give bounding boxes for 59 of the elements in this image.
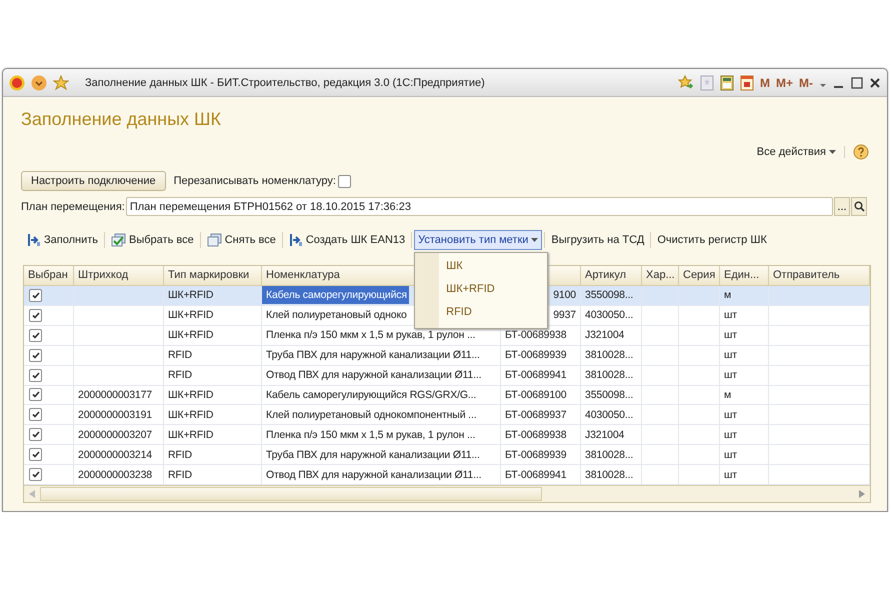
table-cell-text: шт (724, 468, 737, 483)
table-cell-text: RFID (168, 348, 192, 364)
table-cell-text: 2000000003177 (78, 388, 152, 403)
table-cell-text: RFID (168, 448, 192, 463)
table-cell-text: шт (724, 348, 737, 364)
table-cell-text: 3550098... (585, 388, 634, 403)
table-cell-text: Пленка п/э 150 мкм х 1,5 м рукав, 1 рулон ... (265, 328, 476, 344)
table-cell-text: 9100 (553, 288, 576, 304)
table-cell-text: 4030050... (585, 408, 634, 423)
table-cell-text: шт (724, 308, 737, 324)
table-cell-text: БТ-00689939 (505, 448, 566, 463)
table-cell-text: 9937 (553, 308, 576, 324)
table-cell-text: шт (724, 328, 737, 344)
table-cell-text: Пленка п/э 150 мкм х 1,5 м рукав, 1 рулон ... (265, 428, 476, 443)
overwrite-label: Перезаписывать номенклатуру: (174, 175, 336, 187)
table-cell-text: БТ-00689938 (505, 328, 566, 344)
table-cell-text: 3810028... (585, 448, 634, 463)
table-cell-text: Отвод ПВХ для наружной канализации Ø11... (265, 368, 482, 384)
table-cell-text: RFID (168, 368, 192, 384)
table-cell-text: БТ-00689941 (505, 468, 566, 483)
plan-label: План перемещения: (21, 200, 125, 212)
table-cell-text: Клей полиуретановый однокомпонентный ... (265, 408, 478, 423)
table-cell-text: RFID (168, 468, 192, 483)
table-cell-text: ШК+RFID (168, 388, 214, 403)
form-title: Заполнение данных ШК (20, 108, 222, 131)
table-cell-text: 3810028... (585, 368, 634, 384)
table-cell: Кабель саморегулирующийся (262, 286, 409, 304)
table-cell-text: Труба ПВХ для наружной канализации Ø11... (265, 348, 481, 364)
table-cell-text: 3810028... (585, 468, 634, 483)
table-cell-text: БТ-00689937 (505, 408, 566, 423)
table-cell-text: 2000000003207 (78, 428, 152, 443)
table-cell-text: J321004 (585, 328, 624, 344)
table-cell-text: ШК+RFID (168, 328, 214, 344)
table-cell-text: 4030050... (585, 308, 634, 324)
table-cell-text: ШК+RFID (168, 308, 214, 324)
table-cell-text: Отвод ПВХ для наружной канализации Ø11... (265, 468, 482, 483)
table-cell-text: Труба ПВХ для наружной канализации Ø11... (265, 448, 481, 463)
table-cell-text: 2000000003238 (78, 468, 152, 483)
table-cell-text: 3810028... (585, 348, 634, 364)
table-cell-text: м (724, 388, 732, 403)
table-cell-text: шт (724, 368, 737, 384)
table-cell-text: м (724, 288, 732, 304)
window-title: Заполнение данных ШК - БИТ.Строительство, редакция 3.0 (1С:Предприятие) (85, 76, 486, 88)
table-cell-text: БТ-00689941 (505, 368, 566, 384)
table-cell-text: Кабель саморегулирующийся RGS/GRX/G... (265, 388, 478, 403)
table-cell-text: БТ-00689939 (505, 348, 566, 364)
table-cell-text: шт (724, 408, 737, 423)
table-cell-text: Клей полиуретановый одноко (265, 308, 408, 324)
table-cell-text: ШК+RFID (168, 428, 214, 443)
table-cell-text: 2000000003214 (78, 448, 152, 463)
table-cell-text: шт (724, 428, 737, 443)
table-cell-text: 3550098... (585, 288, 634, 304)
table-cell-text: 2000000003191 (78, 408, 152, 423)
table-cell-text: ШК+RFID (168, 288, 214, 304)
table-cell-text: ШК+RFID (168, 408, 214, 423)
table-cell-text: шт (724, 448, 737, 463)
table-cell-text: БТ-00689938 (505, 428, 566, 443)
table-cell-text: J321004 (585, 428, 624, 443)
table-cell-text: БТ-00689100 (505, 388, 566, 403)
